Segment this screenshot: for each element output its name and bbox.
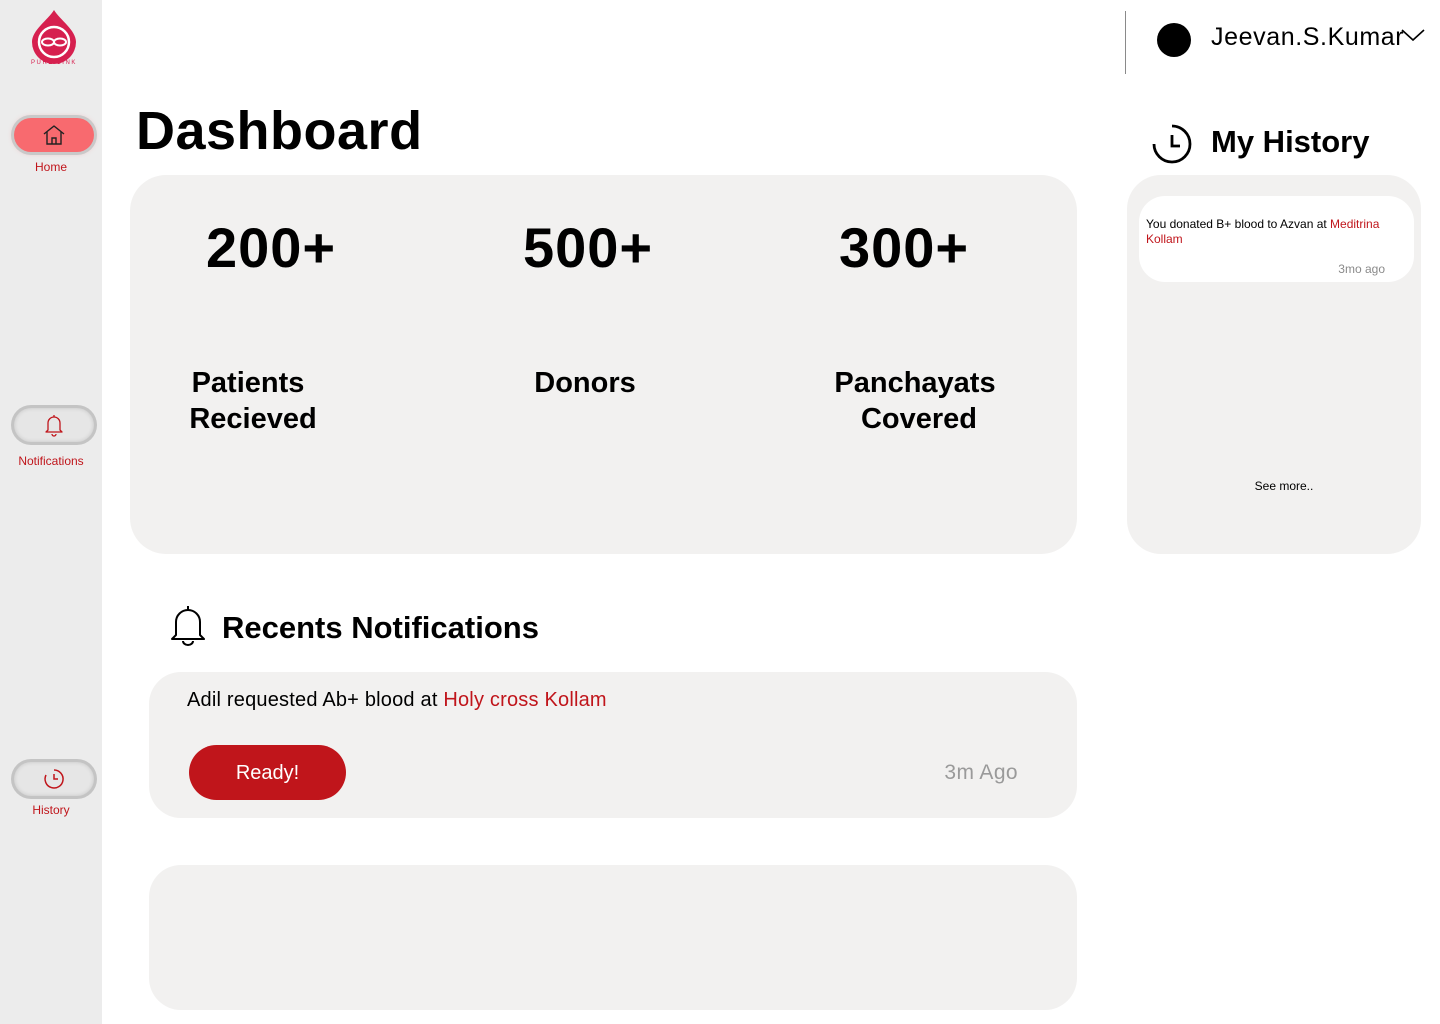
stat-label-line: Donors: [534, 367, 636, 399]
stat-value-panchayats: 300+: [839, 216, 970, 279]
bell-icon: [171, 606, 205, 646]
header-divider: [1125, 11, 1126, 74]
notification-place-link[interactable]: Holy cross Kollam: [443, 689, 606, 711]
avatar[interactable]: [1157, 23, 1191, 57]
history-text: You donated B+ blood to Azvan at: [1146, 217, 1331, 231]
user-name[interactable]: Jeevan.S.Kumar: [1211, 23, 1404, 52]
bell-icon: [45, 415, 63, 437]
notification-text: Adil requested Ab+ blood at Holy cross K…: [187, 689, 607, 712]
stat-label-line: Panchayats: [834, 367, 996, 399]
see-more-link[interactable]: See more..: [1127, 479, 1440, 493]
notifications-nav-button[interactable]: [14, 408, 94, 442]
sidebar-item-label: Home: [34, 160, 67, 174]
notification-card-empty: [149, 865, 1077, 1010]
sidebar-item-label: Notifications: [18, 454, 84, 468]
page-title: Dashboard: [136, 101, 423, 161]
notification-card: Adil requested Ab+ blood at Holy cross K…: [149, 672, 1077, 818]
stat-label-line: Patients: [191, 367, 305, 399]
stat-label-line: Covered: [860, 403, 978, 435]
sidebar: PURE LINK Home Notifications History: [0, 0, 102, 1024]
blood-drop-logo-icon: [32, 10, 76, 64]
stats-card: 200+ 500+ 300+ Patients Recieved Donors …: [130, 175, 1077, 554]
notification-message: Adil requested Ab+ blood at: [187, 689, 444, 711]
home-icon: [43, 125, 65, 145]
ready-button[interactable]: Ready!: [189, 745, 346, 800]
stat-label-donors: Donors: [515, 365, 655, 401]
history-title: My History: [1211, 124, 1370, 159]
history-item-time: 3mo ago: [1338, 262, 1385, 276]
stat-label-patients: Patients Recieved: [168, 365, 328, 437]
history-nav-button[interactable]: [14, 762, 94, 796]
logo: PURE LINK: [22, 8, 86, 74]
home-nav-button[interactable]: [14, 118, 94, 152]
sidebar-item-label: History: [32, 803, 70, 817]
logo-text: PURE LINK: [30, 60, 78, 66]
notifications-title: Recents Notifications: [222, 610, 539, 645]
clock-icon: [44, 769, 64, 789]
stat-label-line: Recieved: [189, 403, 317, 435]
stat-value-donors: 500+: [523, 216, 654, 279]
stat-value-patients: 200+: [206, 216, 337, 279]
chevron-down-icon[interactable]: [1401, 28, 1425, 42]
notification-time: 3m Ago: [944, 761, 1018, 784]
history-item[interactable]: You donated B+ blood to Azvan at Meditri…: [1139, 196, 1414, 282]
history-item-text: You donated B+ blood to Azvan at Meditri…: [1146, 217, 1408, 247]
history-card: You donated B+ blood to Azvan at Meditri…: [1127, 175, 1421, 554]
history-clock-icon: [1152, 124, 1192, 164]
stat-label-panchayats: Panchayats Covered: [820, 365, 1010, 437]
